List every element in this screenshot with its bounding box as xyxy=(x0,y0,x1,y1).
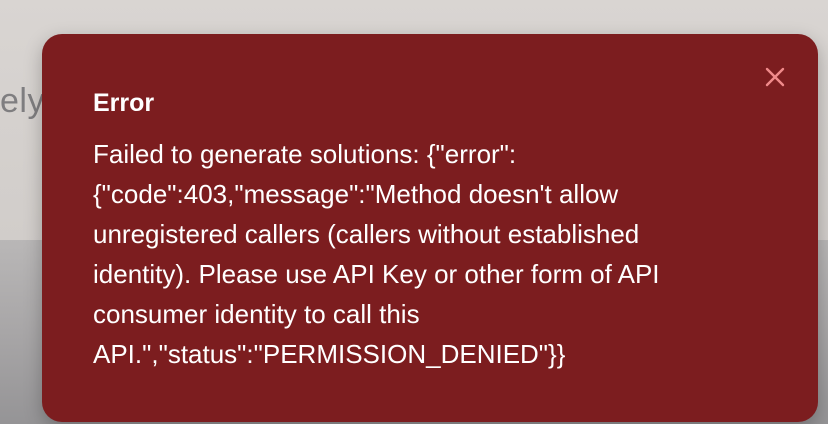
close-icon xyxy=(765,67,785,87)
toast-message-line: identity). Please use API Key or other f… xyxy=(93,259,660,289)
toast-message-line: API.","status":"PERMISSION_DENIED"}} xyxy=(93,339,566,369)
toast-message-line: Failed to generate solutions: {"error": xyxy=(93,139,517,169)
background-text-fragment: ely xyxy=(0,82,45,120)
toast-message-line: consumer identity to call this xyxy=(93,299,420,329)
error-toast: Error Failed to generate solutions: {"er… xyxy=(42,34,818,422)
toast-title: Error xyxy=(93,89,155,117)
toast-message: Failed to generate solutions: {"error": … xyxy=(93,134,753,374)
close-button[interactable] xyxy=(760,62,790,92)
toast-message-line: {"code":403,"message":"Method doesn't al… xyxy=(93,179,619,209)
toast-message-line: unregistered callers (callers without es… xyxy=(93,219,640,249)
